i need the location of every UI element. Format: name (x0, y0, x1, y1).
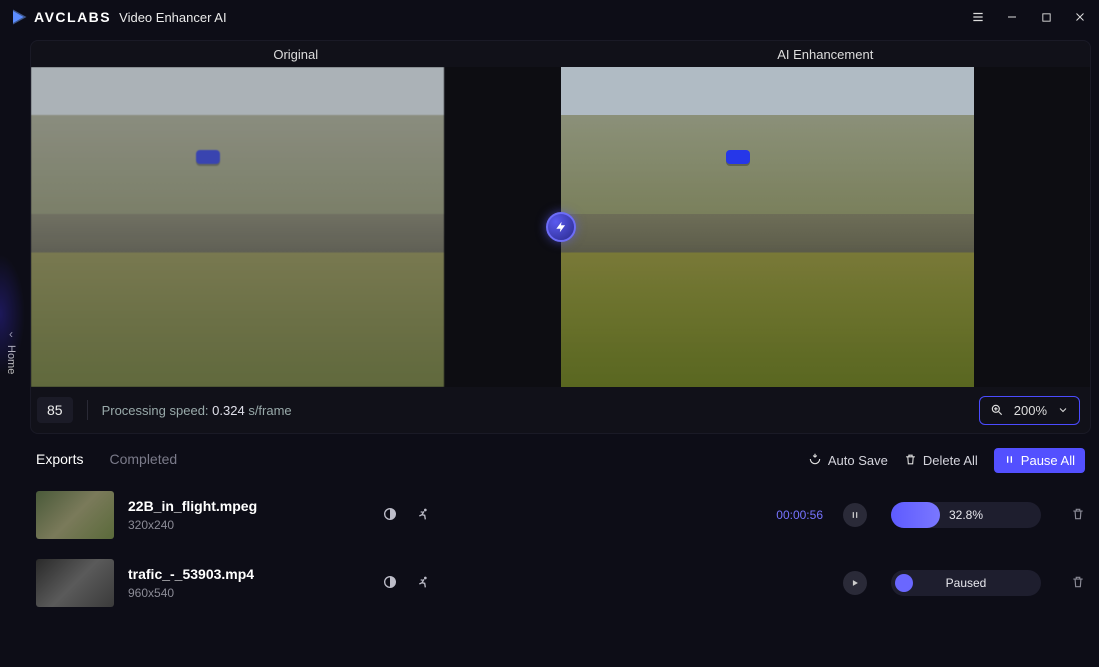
preview-enhanced (561, 67, 1091, 387)
trash-icon (904, 453, 917, 469)
close-icon[interactable] (1071, 8, 1089, 26)
compare-header-original: Original (31, 47, 561, 62)
chevron-down-icon (1057, 404, 1069, 416)
window-controls (969, 8, 1089, 26)
motion-icon[interactable] (416, 506, 432, 525)
minimize-icon[interactable] (1003, 8, 1021, 26)
compare-panel: Original AI Enhancement 85 Processing sp… (30, 40, 1091, 434)
app-logo: AVCLABS (10, 8, 111, 26)
motion-icon[interactable] (416, 574, 432, 593)
delete-all-button[interactable]: Delete All (904, 453, 978, 469)
progress-label: Paused (891, 576, 1041, 590)
current-frame: 85 (37, 397, 73, 423)
compare-canvas[interactable] (31, 67, 1090, 387)
export-resolution: 320x240 (128, 518, 368, 532)
export-item: 22B_in_flight.mpeg 320x240 00:00:56 32.8… (30, 481, 1091, 549)
progress-label: 32.8% (891, 508, 1041, 522)
export-tabs: Exports Completed (36, 451, 177, 471)
sidebar: ‹ Home (0, 34, 22, 667)
autosave-button[interactable]: Auto Save (808, 452, 888, 469)
compare-header-enhanced: AI Enhancement (561, 47, 1091, 62)
delete-item-button[interactable] (1071, 507, 1085, 524)
status-row: 85 Processing speed: 0.324 s/frame 200% (31, 387, 1090, 433)
progress-bar[interactable]: Paused (891, 570, 1041, 596)
pause-icon (1004, 453, 1015, 468)
export-thumbnail (36, 559, 114, 607)
menu-icon[interactable] (969, 8, 987, 26)
contrast-icon[interactable] (382, 574, 398, 593)
autosave-icon (808, 452, 822, 469)
compare-slider-handle[interactable] (546, 212, 576, 242)
elapsed-time: 00:00:56 (776, 508, 823, 522)
chevron-left-icon[interactable]: ‹ (9, 327, 13, 341)
processing-speed: Processing speed: 0.324 s/frame (102, 403, 292, 418)
logo-icon (10, 8, 28, 26)
app-brand: AVCLABS (34, 9, 111, 25)
tab-exports[interactable]: Exports (36, 451, 83, 471)
export-resolution: 960x540 (128, 586, 368, 600)
export-thumbnail (36, 491, 114, 539)
zoom-value: 200% (1014, 403, 1047, 418)
play-button[interactable] (843, 571, 867, 595)
zoom-select[interactable]: 200% (979, 396, 1080, 425)
pause-all-button[interactable]: Pause All (994, 448, 1085, 473)
titlebar: AVCLABS Video Enhancer AI (0, 0, 1099, 34)
progress-bar[interactable]: 32.8% (891, 502, 1041, 528)
export-filename: trafic_-_53903.mp4 (128, 566, 368, 582)
delete-item-button[interactable] (1071, 575, 1085, 592)
zoom-in-icon (990, 403, 1004, 417)
sidebar-home[interactable]: Home (5, 345, 17, 374)
maximize-icon[interactable] (1037, 8, 1055, 26)
preview-original (31, 67, 561, 387)
export-item: trafic_-_53903.mp4 960x540 Paused (30, 549, 1091, 617)
pause-button[interactable] (843, 503, 867, 527)
export-filename: 22B_in_flight.mpeg (128, 498, 368, 514)
app-subtitle: Video Enhancer AI (119, 10, 226, 25)
contrast-icon[interactable] (382, 506, 398, 525)
tab-completed[interactable]: Completed (109, 451, 177, 471)
